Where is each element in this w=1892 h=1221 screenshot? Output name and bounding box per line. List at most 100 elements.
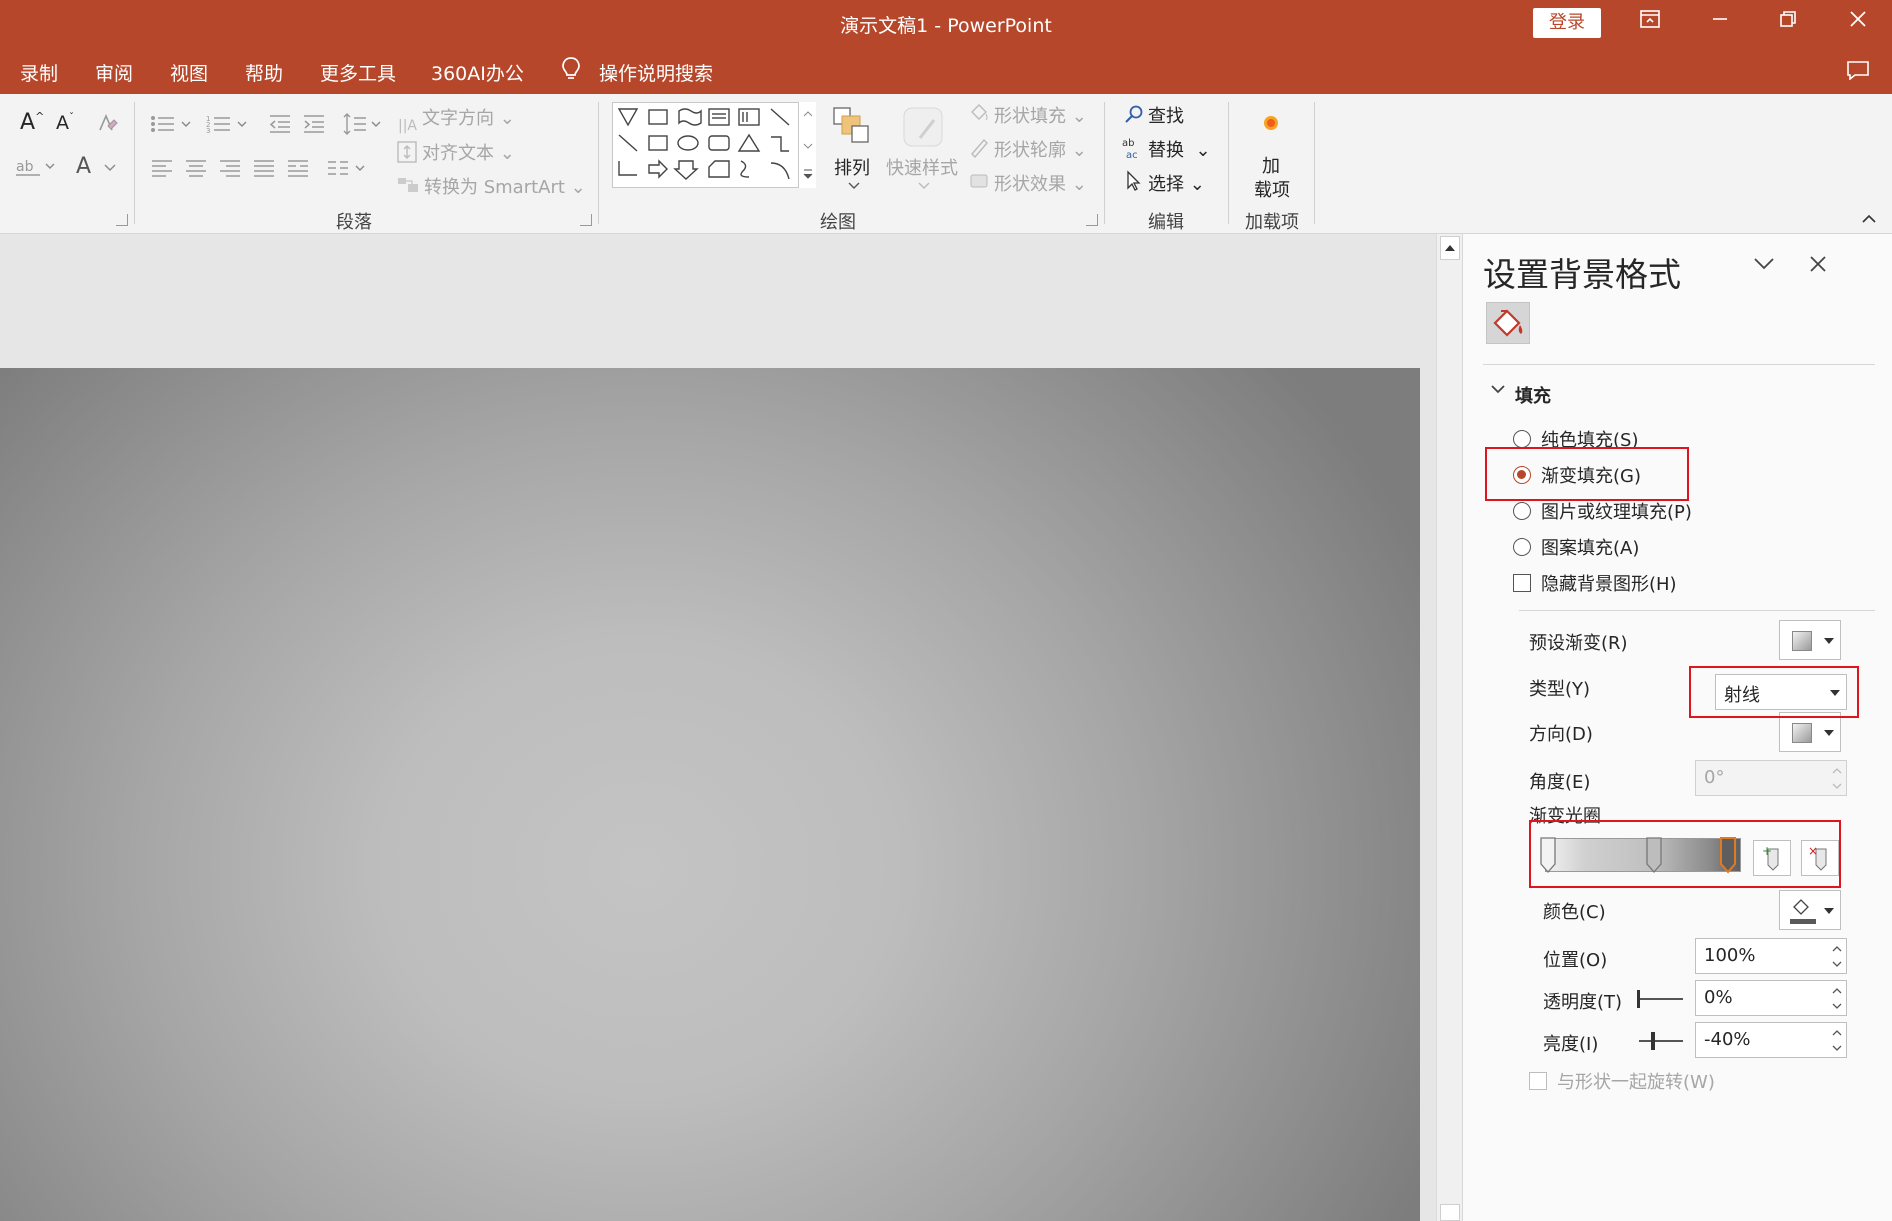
spin-up-icon[interactable]: [1832, 1029, 1842, 1037]
comment-icon[interactable]: [1846, 60, 1870, 80]
quick-styles-button[interactable]: 快速样式: [886, 154, 958, 180]
find-button[interactable]: 查找: [1148, 102, 1184, 128]
columns-icon[interactable]: [326, 158, 370, 180]
login-button[interactable]: 登录: [1533, 8, 1601, 38]
pattern-fill-radio[interactable]: [1513, 538, 1531, 556]
menu-help[interactable]: 帮助: [245, 59, 283, 86]
gradient-angle-label: 角度(E): [1529, 772, 1591, 793]
menu-360ai[interactable]: 360AI办公: [431, 59, 524, 86]
arrange-icon[interactable]: [832, 106, 872, 148]
hide-background-checkbox[interactable]: [1513, 574, 1531, 592]
transparency-spinner[interactable]: 0%: [1695, 980, 1847, 1016]
text-direction-icon[interactable]: ||A: [396, 110, 418, 136]
numbering-icon[interactable]: 123: [206, 114, 252, 134]
addins-button-line1[interactable]: 加: [1262, 152, 1280, 178]
spin-down-icon[interactable]: [1832, 960, 1842, 968]
section-collapse-chevron-icon[interactable]: [1491, 384, 1505, 394]
shape-outline-button[interactable]: 形状轮廓 ⌄: [994, 136, 1087, 162]
spin-up-icon[interactable]: [1832, 987, 1842, 995]
chevron-down-icon[interactable]: [918, 182, 930, 190]
menu-more-tools[interactable]: 更多工具: [320, 59, 396, 86]
shape-effects-icon[interactable]: [968, 170, 990, 192]
shape-effects-button[interactable]: 形状效果 ⌄: [994, 170, 1087, 196]
stop-position-spinner[interactable]: 100%: [1695, 938, 1847, 974]
brightness-spinner[interactable]: -40%: [1695, 1022, 1847, 1058]
gradient-type-dropdown[interactable]: 射线: [1715, 674, 1847, 710]
brightness-slider[interactable]: [1639, 1040, 1683, 1042]
pane-close-icon[interactable]: [1808, 254, 1828, 274]
increase-indent-icon[interactable]: [302, 114, 326, 134]
shape-fill-button[interactable]: 形状填充 ⌄: [994, 102, 1087, 128]
gradient-direction-dropdown[interactable]: [1779, 712, 1841, 752]
line-spacing-icon[interactable]: [342, 112, 384, 136]
gradient-fill-radio[interactable]: [1513, 466, 1531, 484]
quick-styles-icon[interactable]: [900, 104, 946, 150]
picture-fill-radio[interactable]: [1513, 502, 1531, 520]
clear-format-icon[interactable]: [96, 112, 118, 134]
bullets-icon[interactable]: [150, 114, 196, 134]
increase-font-icon[interactable]: A^: [20, 110, 44, 135]
gradient-stop-handle[interactable]: [1645, 836, 1663, 874]
menu-record[interactable]: 录制: [20, 59, 58, 86]
shape-fill-icon[interactable]: [968, 102, 990, 124]
solid-fill-radio[interactable]: [1513, 430, 1531, 448]
transparency-label: 透明度(T): [1543, 992, 1623, 1013]
shapes-gallery[interactable]: [612, 102, 816, 188]
drawing-dialog-launcher[interactable]: [1086, 214, 1098, 226]
convert-smartart-button[interactable]: 转换为 SmartArt ⌄: [424, 173, 586, 199]
spin-down-icon[interactable]: [1832, 1002, 1842, 1010]
vertical-scrollbar[interactable]: [1436, 234, 1462, 1221]
decrease-font-icon[interactable]: Aˇ: [56, 112, 74, 134]
select-button[interactable]: 选择 ⌄: [1148, 170, 1205, 196]
collapse-ribbon-icon[interactable]: [1862, 214, 1876, 224]
scroll-up-button[interactable]: [1440, 236, 1460, 260]
shape-effects-label: 形状效果: [994, 174, 1066, 195]
align-text-button[interactable]: 对齐文本 ⌄: [422, 139, 515, 165]
gradient-stop-handle[interactable]: [1539, 836, 1557, 874]
spin-down-icon[interactable]: [1832, 1044, 1842, 1052]
menu-review[interactable]: 审阅: [95, 59, 133, 86]
addins-button-line2[interactable]: 载项: [1254, 176, 1290, 202]
add-gradient-stop-button[interactable]: +: [1753, 840, 1791, 876]
gradient-stops-bar[interactable]: [1545, 838, 1741, 872]
find-icon[interactable]: [1124, 104, 1144, 124]
font-color-icon[interactable]: A: [76, 154, 91, 179]
preset-gradient-dropdown[interactable]: [1779, 620, 1841, 660]
arrange-button[interactable]: 排列: [834, 154, 870, 180]
replace-button[interactable]: 替换 ⌄: [1148, 136, 1211, 162]
decrease-indent-icon[interactable]: [268, 114, 292, 134]
slide-canvas[interactable]: [0, 368, 1420, 1221]
select-cursor-icon[interactable]: [1124, 170, 1144, 192]
tell-me-search[interactable]: 操作说明搜索: [599, 59, 713, 86]
gradient-stop-handle-selected[interactable]: [1719, 836, 1737, 874]
smartart-icon[interactable]: [396, 174, 420, 194]
restore-button[interactable]: [1768, 8, 1808, 38]
chevron-down-icon[interactable]: [848, 182, 860, 190]
align-text-icon[interactable]: [396, 140, 418, 164]
pane-options-chevron-icon[interactable]: [1753, 256, 1775, 272]
transparency-slider-thumb[interactable]: [1637, 990, 1640, 1008]
shapes-gallery-scroll[interactable]: [798, 102, 816, 188]
brightness-slider-thumb[interactable]: [1651, 1032, 1655, 1050]
font-spacing-icon[interactable]: ab: [16, 156, 56, 178]
ribbon-display-options-icon[interactable]: [1630, 8, 1670, 38]
menu-view[interactable]: 视图: [170, 59, 208, 86]
spin-up-icon[interactable]: [1832, 945, 1842, 953]
scroll-thumb[interactable]: [1440, 1204, 1460, 1221]
minimize-button[interactable]: [1700, 8, 1740, 38]
close-window-button[interactable]: [1838, 8, 1878, 38]
chevron-down-icon[interactable]: [104, 164, 116, 172]
font-dialog-launcher[interactable]: [116, 214, 128, 226]
fill-section-header[interactable]: 填充: [1515, 382, 1551, 408]
remove-gradient-stop-button[interactable]: ×: [1801, 840, 1839, 876]
transparency-slider[interactable]: [1639, 998, 1683, 1000]
paragraph-align-icons[interactable]: [150, 158, 328, 180]
stop-color-dropdown[interactable]: [1779, 890, 1841, 930]
fill-tab[interactable]: [1486, 302, 1530, 344]
addins-icon[interactable]: [1262, 114, 1280, 132]
shape-outline-icon[interactable]: [968, 136, 990, 158]
minimize-icon: [1713, 18, 1727, 20]
replace-icon[interactable]: abac: [1120, 136, 1146, 160]
text-direction-button[interactable]: 文字方向 ⌄: [422, 104, 515, 130]
paragraph-dialog-launcher[interactable]: [580, 214, 592, 226]
